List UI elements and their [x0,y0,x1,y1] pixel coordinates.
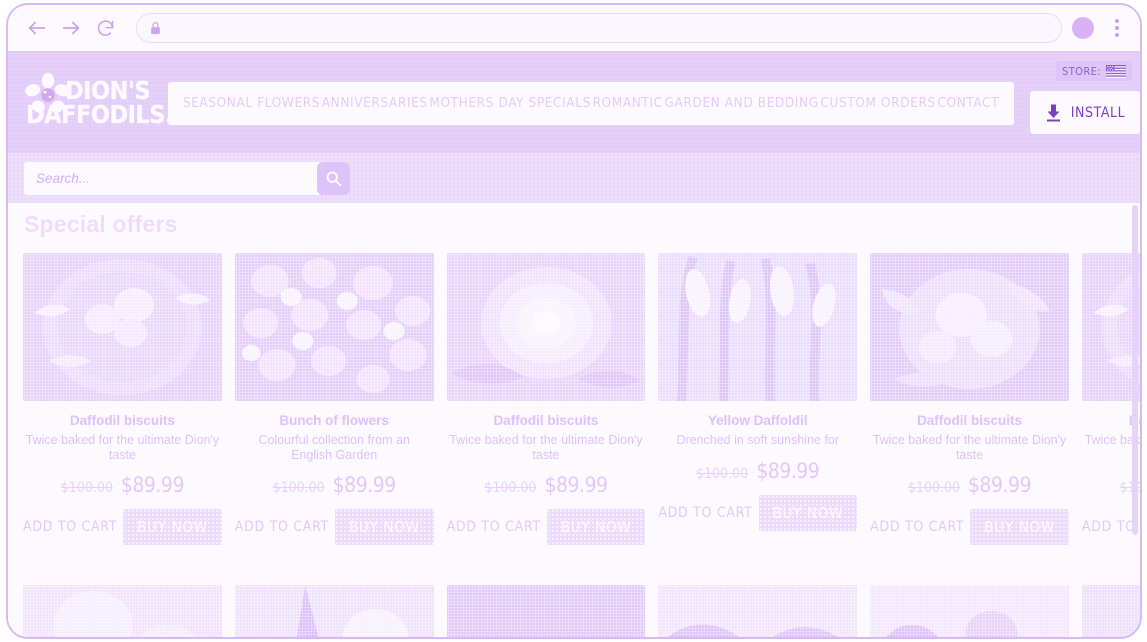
price-original: $100.00 [272,480,325,497]
add-to-cart-button[interactable]: ADD TO CART [23,519,117,535]
product-description: Twice baked for the ultimate Dion'y tast… [449,433,643,462]
buy-now-button[interactable]: BUY NOW [970,509,1069,546]
reload-icon[interactable] [88,11,122,45]
price-sale: $89.99 [120,473,185,498]
header-right: STORE: INSTALL [1022,53,1140,153]
search-button[interactable] [317,161,350,195]
page-scrollbar-thumb[interactable] [1132,205,1138,535]
product-image-biscuits-closeup[interactable] [870,253,1069,401]
price-sale: $89.99 [756,458,820,483]
forward-arrow-icon[interactable] [54,11,88,45]
install-button[interactable]: INSTALL [1030,91,1140,134]
product-card[interactable]: Daffodil biscuits Twice baked for the ul… [446,253,646,546]
page-title: Special offers [24,211,178,237]
content-area: Special offers Daffodil biscuits Twice b… [8,203,1140,637]
action-row: ADD TO CART BUY NOW [23,509,222,546]
product-title: Bunch of flowers [279,413,389,428]
add-to-cart-button[interactable]: ADD TO CART [235,519,329,535]
download-icon [1046,104,1060,121]
product-image-row2-e[interactable] [870,585,1069,637]
main-nav: SEASONAL FLOWERS ANNIVERSARIES MOTHERS D… [168,81,1014,125]
install-label: INSTALL [1070,104,1126,121]
action-row: ADD TO CART BUY NOW [870,509,1069,546]
add-to-cart-button[interactable]: ADD TO CART [658,505,752,521]
product-description: Drenched in soft sunshine for [676,433,840,448]
nav-item-contact[interactable]: CONTACT [937,95,999,111]
search-icon [326,171,342,186]
product-image-row2-b[interactable] [234,585,434,637]
product-title: Daffodil biscuits [493,413,599,428]
nav-item-romantic[interactable]: ROMANTIC [593,95,663,111]
search-wrap [24,161,354,195]
product-card[interactable] [446,585,646,637]
price-row: $100.00 $89.99 [870,473,1069,497]
product-card[interactable]: Daffodil biscuits Twice baked for the ul… [870,253,1069,546]
search-input[interactable] [24,161,321,195]
page-viewport: DION'S DAFFODILS. SEASONAL FLOWERS ANNIV… [8,53,1140,637]
product-description: Twice baked for the ultimate Dion'y tast… [872,433,1067,462]
buy-now-button[interactable]: BUY NOW [334,509,434,546]
product-title: Daffodil biscuits [917,413,1023,428]
brand-mark: DION'S DAFFODILS. [24,69,174,137]
page-scrollbar[interactable] [1132,205,1138,629]
browser-window: DION'S DAFFODILS. SEASONAL FLOWERS ANNIV… [6,3,1142,639]
action-row: ADD TO CART BUY NOW [447,509,646,546]
buy-now-button[interactable]: BUY NOW [123,509,222,546]
product-image-row2-c[interactable] [446,585,646,637]
price-sale: $89.99 [968,473,1032,498]
product-title: Yellow Daffoldil [707,413,808,428]
product-image-daffodil-stems[interactable] [658,253,858,401]
product-card[interactable]: Bunch of flowers Colourful collection fr… [234,253,434,546]
product-image-row2-a[interactable] [23,585,222,637]
nav-item-mothers-day-specials[interactable]: MOTHERS DAY SPECIALS [429,95,590,111]
product-card[interactable] [870,585,1069,637]
product-card[interactable]: Daffodil biscuits Twice baked for the ul… [23,253,222,546]
address-bar[interactable] [136,13,1062,43]
nav-item-custom-orders[interactable]: CUSTOM ORDERS [820,95,935,111]
add-to-cart-button[interactable]: ADD TO CART [447,519,541,535]
product-card[interactable] [234,585,434,637]
action-row: ADD TO CART BUY NOW [658,494,858,531]
brand-logo[interactable]: DION'S DAFFODILS. [8,53,174,153]
brand-name-line2: DAFFODILS. [26,100,174,129]
price-original: $100.00 [696,465,749,482]
site-header: DION'S DAFFODILS. SEASONAL FLOWERS ANNIV… [8,53,1140,153]
price-sale: $89.99 [332,473,397,498]
product-image-biscuits-on-plate[interactable] [23,253,222,401]
product-card[interactable]: Yellow Daffoldil Drenched in soft sunshi… [658,253,858,545]
store-selector[interactable]: STORE: [1056,61,1132,81]
us-flag-icon [1106,64,1126,78]
back-arrow-icon[interactable] [20,11,54,45]
product-grid: Daffodil biscuits Twice baked for the ul… [23,253,1140,637]
product-card[interactable] [658,585,858,637]
product-description: Twice baked for the ultimate Dion'y tast… [25,433,220,462]
product-title: Daffodil biscuits [69,413,175,428]
lock-icon [149,21,162,35]
product-image-single-rose[interactable] [446,253,646,401]
price-row: $100.00 $89.99 [23,473,222,497]
price-row: $100.00 $89.99 [658,459,857,483]
price-original: $100.00 [60,480,113,497]
price-original: $100.00 [907,480,960,497]
price-original: $100.00 [484,480,537,497]
profile-avatar[interactable] [1072,17,1094,39]
search-band [8,153,1140,203]
store-label: STORE: [1062,64,1101,78]
price-sale: $89.99 [544,473,608,498]
browser-toolbar [8,5,1140,53]
action-row: ADD TO CART BUY NOW [235,509,434,546]
price-row: $100.00 $89.99 [447,473,646,497]
product-image-bunch-of-blooms[interactable] [234,253,434,401]
nav-item-seasonal-flowers[interactable]: SEASONAL FLOWERS [183,95,320,111]
nav-item-anniversaries[interactable]: ANNIVERSARIES [322,95,428,111]
product-description: Colourful collection from an English Gar… [258,433,410,462]
nav-item-garden-and-bedding[interactable]: GARDEN AND BEDDING [664,95,818,111]
kebab-menu-icon[interactable] [1108,16,1126,40]
product-image-row2-d[interactable] [658,585,858,637]
buy-now-button[interactable]: BUY NOW [758,494,858,531]
price-row: $100.00 $89.99 [235,473,434,497]
product-card[interactable] [23,585,222,637]
add-to-cart-button[interactable]: ADD TO CART [870,519,964,535]
buy-now-button[interactable]: BUY NOW [546,509,646,546]
